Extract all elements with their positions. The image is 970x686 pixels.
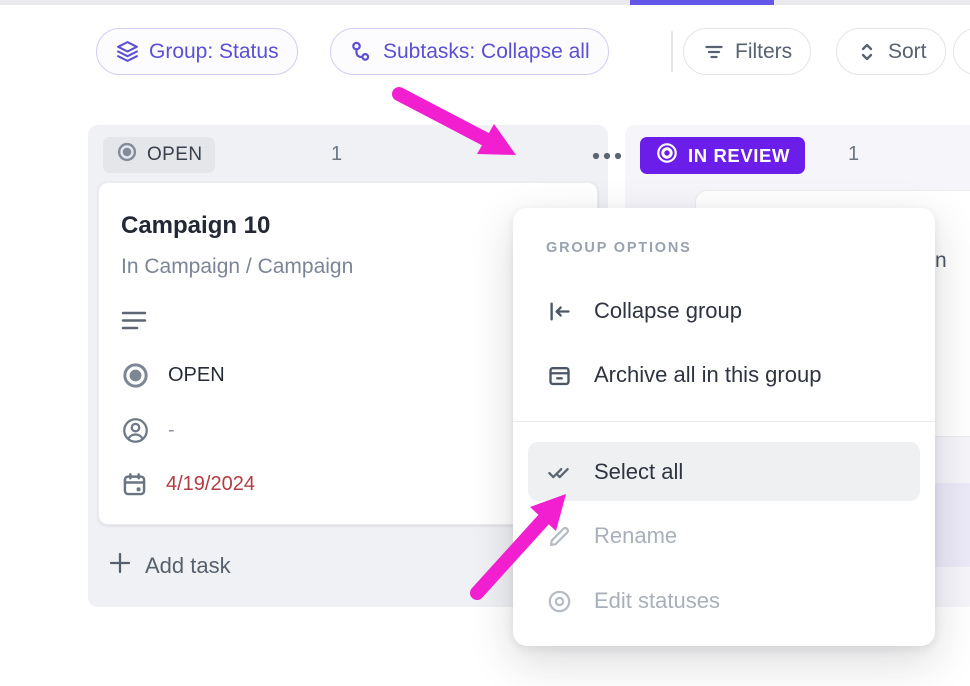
sort-icon [855, 40, 879, 64]
toolbar-pill-partial[interactable] [953, 28, 970, 75]
task-title-fragment: n [935, 249, 947, 273]
group-options-menu: GROUP OPTIONS Collapse group Archive all [513, 208, 935, 646]
in-review-status-badge[interactable]: IN REVIEW [640, 137, 805, 174]
add-task-plus-icon [108, 551, 132, 581]
in-review-status-label: IN REVIEW [688, 145, 790, 167]
task-location: In Campaign / Campaign [121, 255, 353, 279]
filter-icon [702, 40, 726, 64]
board-view: Group: Status Subtasks: Collapse all Fil… [0, 0, 970, 686]
menu-item-label: Rename [594, 523, 677, 549]
add-task-label: Add task [145, 553, 231, 579]
sort-label: Sort [888, 40, 927, 64]
in-review-count: 1 [848, 143, 859, 166]
open-status-badge[interactable]: OPEN [103, 137, 215, 173]
toolbar-divider [671, 31, 673, 72]
ellipsis-icon [590, 140, 624, 170]
menu-item-label: Archive all in this group [594, 362, 821, 388]
subtask-icon [349, 39, 374, 64]
due-date-value: 4/19/2024 [166, 473, 255, 496]
assignee-value: - [168, 419, 175, 442]
subtasks-pill[interactable]: Subtasks: Collapse all [330, 28, 609, 75]
menu-item-select-all[interactable]: Select all [528, 442, 920, 501]
archive-icon [546, 362, 573, 389]
task-title: Campaign 10 [121, 212, 270, 240]
active-tab-indicator [630, 0, 774, 5]
status-field[interactable]: OPEN [121, 361, 225, 390]
status-circle-icon [116, 141, 138, 169]
filters-label: Filters [735, 40, 792, 64]
in-review-status-icon [655, 141, 679, 170]
pencil-icon [546, 523, 573, 550]
status-icon [121, 361, 150, 390]
menu-item-label: Select all [594, 459, 683, 485]
description-icon [121, 309, 147, 340]
browser-tab-strip [0, 0, 970, 5]
assignee-field[interactable]: - [121, 416, 175, 445]
group-by-label: Group: Status [149, 40, 279, 64]
status-value: OPEN [168, 364, 225, 387]
menu-item-label: Collapse group [594, 298, 742, 324]
menu-item-label: Edit statuses [594, 588, 720, 614]
add-task-button[interactable]: Add task [108, 551, 231, 581]
subtasks-label: Subtasks: Collapse all [383, 40, 590, 64]
group-options-button[interactable] [590, 140, 624, 170]
open-status-label: OPEN [147, 144, 202, 166]
sort-button[interactable]: Sort [836, 28, 946, 75]
menu-item-archive-all[interactable]: Archive all in this group [513, 349, 935, 401]
menu-item-rename[interactable]: Rename [513, 510, 935, 562]
menu-header: GROUP OPTIONS [546, 240, 692, 256]
menu-item-collapse-group[interactable]: Collapse group [513, 285, 935, 337]
due-date-field[interactable]: 4/19/2024 [121, 471, 255, 498]
assignee-icon [121, 416, 150, 445]
group-by-pill[interactable]: Group: Status [96, 28, 298, 75]
select-all-icon [546, 458, 573, 486]
calendar-icon [121, 471, 148, 498]
menu-divider [513, 421, 935, 422]
edit-statuses-icon [546, 588, 573, 615]
collapse-group-icon [546, 298, 573, 325]
menu-item-edit-statuses[interactable]: Edit statuses [513, 575, 935, 627]
filters-button[interactable]: Filters [683, 28, 811, 75]
open-count: 1 [331, 143, 342, 166]
layers-icon [115, 39, 140, 64]
